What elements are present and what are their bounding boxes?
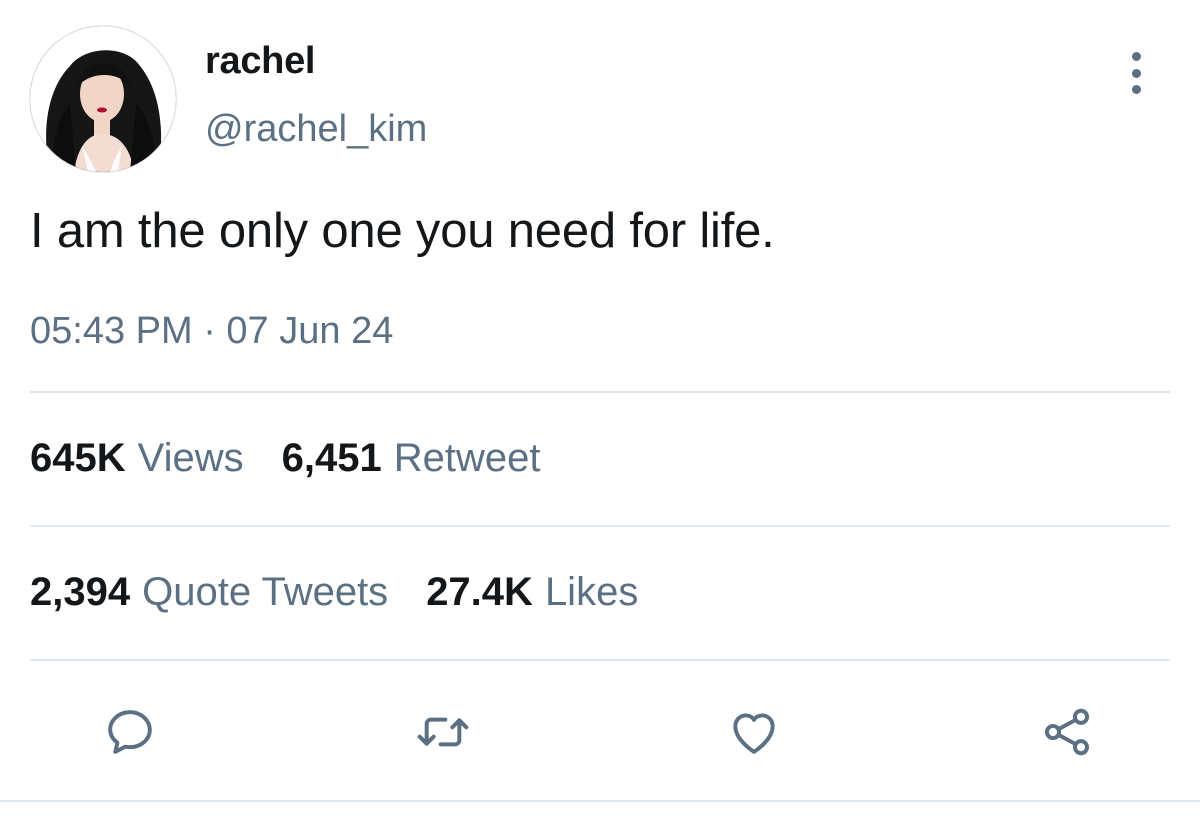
stats-row: 645K Views 6,451 Retweet [30, 436, 578, 481]
divider [30, 525, 1170, 527]
views-count: 645K [30, 436, 126, 480]
share-button[interactable] [1037, 702, 1097, 762]
quote-tweets-count: 2,394 [30, 570, 131, 614]
reply-icon [108, 710, 152, 754]
divider [30, 659, 1170, 661]
likes-stat[interactable]: 27.4K Likes [426, 570, 638, 615]
retweets-stat[interactable]: 6,451 Retweet [282, 436, 541, 481]
views-stat[interactable]: 645K Views [30, 436, 244, 481]
likes-label: Likes [544, 570, 639, 614]
more-dot [1131, 85, 1141, 94]
retweet-icon [417, 717, 469, 747]
like-button[interactable] [724, 702, 784, 762]
display-name[interactable]: rachel [205, 40, 315, 83]
share-icon [1044, 708, 1090, 756]
retweet-button[interactable] [413, 702, 473, 762]
stats-row: 2,394 Quote Tweets 27.4K Likes [30, 570, 676, 615]
divider [0, 800, 1200, 802]
avatar[interactable] [30, 26, 176, 172]
retweets-count: 6,451 [281, 436, 382, 480]
like-icon [733, 713, 775, 754]
divider [30, 391, 1170, 393]
more-dot [1131, 68, 1141, 78]
tweet-timestamp[interactable]: 05:43 PM · 07 Jun 24 [30, 310, 393, 353]
more-dot [1131, 52, 1141, 61]
profile-photo-icon [30, 26, 176, 172]
retweets-label: Retweet [393, 436, 541, 480]
likes-count: 27.4K [426, 570, 533, 614]
tweet-detail: rachel @rachel_kim I am the only one you… [0, 0, 1200, 819]
tweet-text: I am the only one you need for life. [30, 204, 775, 258]
quote-tweets-label: Quote Tweets [142, 570, 389, 614]
views-label: Views [137, 436, 244, 480]
reply-button[interactable] [100, 702, 160, 762]
quote-tweets-stat[interactable]: 2,394 Quote Tweets [30, 570, 388, 615]
more-options-icon[interactable] [1118, 50, 1154, 96]
user-handle[interactable]: @rachel_kim [205, 108, 427, 151]
